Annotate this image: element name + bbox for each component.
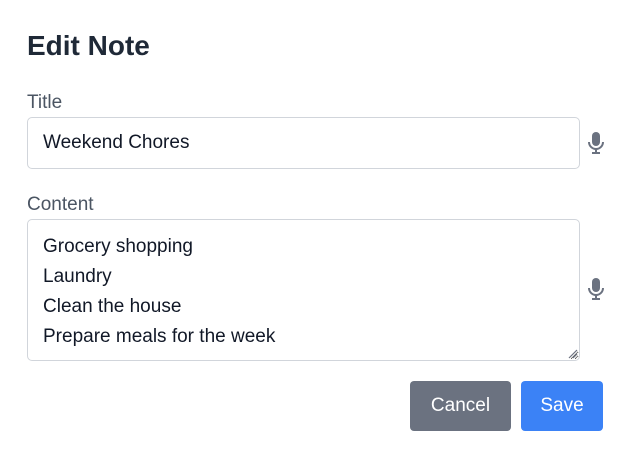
resize-grip-icon[interactable] — [566, 347, 578, 359]
microphone-icon[interactable] — [586, 131, 606, 155]
cancel-button[interactable]: Cancel — [410, 381, 511, 431]
microphone-icon[interactable] — [586, 277, 606, 301]
save-button[interactable]: Save — [521, 381, 603, 431]
title-label: Title — [27, 92, 63, 113]
edit-note-dialog: Edit Note Title Content Grocery shopping… — [0, 0, 630, 457]
title-input[interactable] — [27, 117, 580, 169]
content-label: Content — [27, 194, 94, 215]
dialog-title: Edit Note — [27, 30, 150, 61]
content-textarea[interactable]: Grocery shopping Laundry Clean the house… — [27, 219, 580, 361]
